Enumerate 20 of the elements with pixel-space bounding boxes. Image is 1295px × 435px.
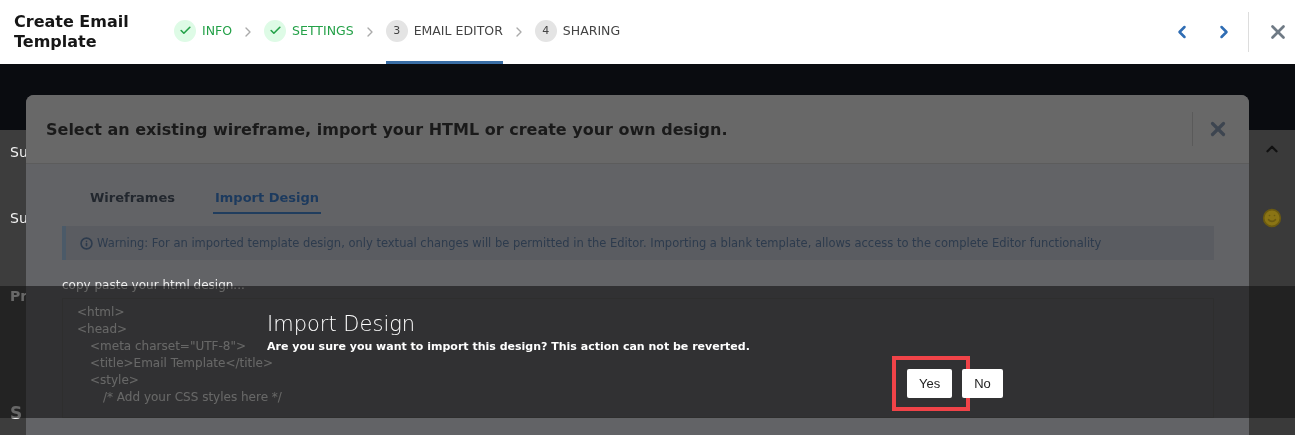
check-icon xyxy=(174,19,196,42)
step-tab[interactable]: INFO xyxy=(174,0,233,64)
step-tab[interactable]: SETTINGS xyxy=(264,0,354,64)
modal-title: Select an existing wireframe, import your HTML or create your own design. xyxy=(46,119,729,139)
field-label: copy paste your html design... xyxy=(62,278,245,292)
tab[interactable]: Wireframes xyxy=(88,190,177,214)
tab[interactable]: Import Design xyxy=(212,190,322,214)
check-icon xyxy=(264,19,287,42)
confirm-title: Import Design xyxy=(267,312,417,336)
step-number: 3 xyxy=(385,19,408,42)
step-tab[interactable]: 4 SHARING xyxy=(534,0,621,64)
info-icon xyxy=(80,236,93,250)
label-fragment: Pr xyxy=(9,287,26,306)
confirm-message: Are you sure you want to import this design? This action can not be reverted. xyxy=(267,340,751,353)
dialog-button[interactable]: No xyxy=(962,369,1003,398)
step-number: 4 xyxy=(534,19,557,42)
label-fragment: S xyxy=(9,404,24,422)
page-title: Create Email Template xyxy=(14,12,130,52)
dialog-button[interactable]: Yes xyxy=(907,369,953,398)
smiley-icon[interactable] xyxy=(1262,208,1282,228)
